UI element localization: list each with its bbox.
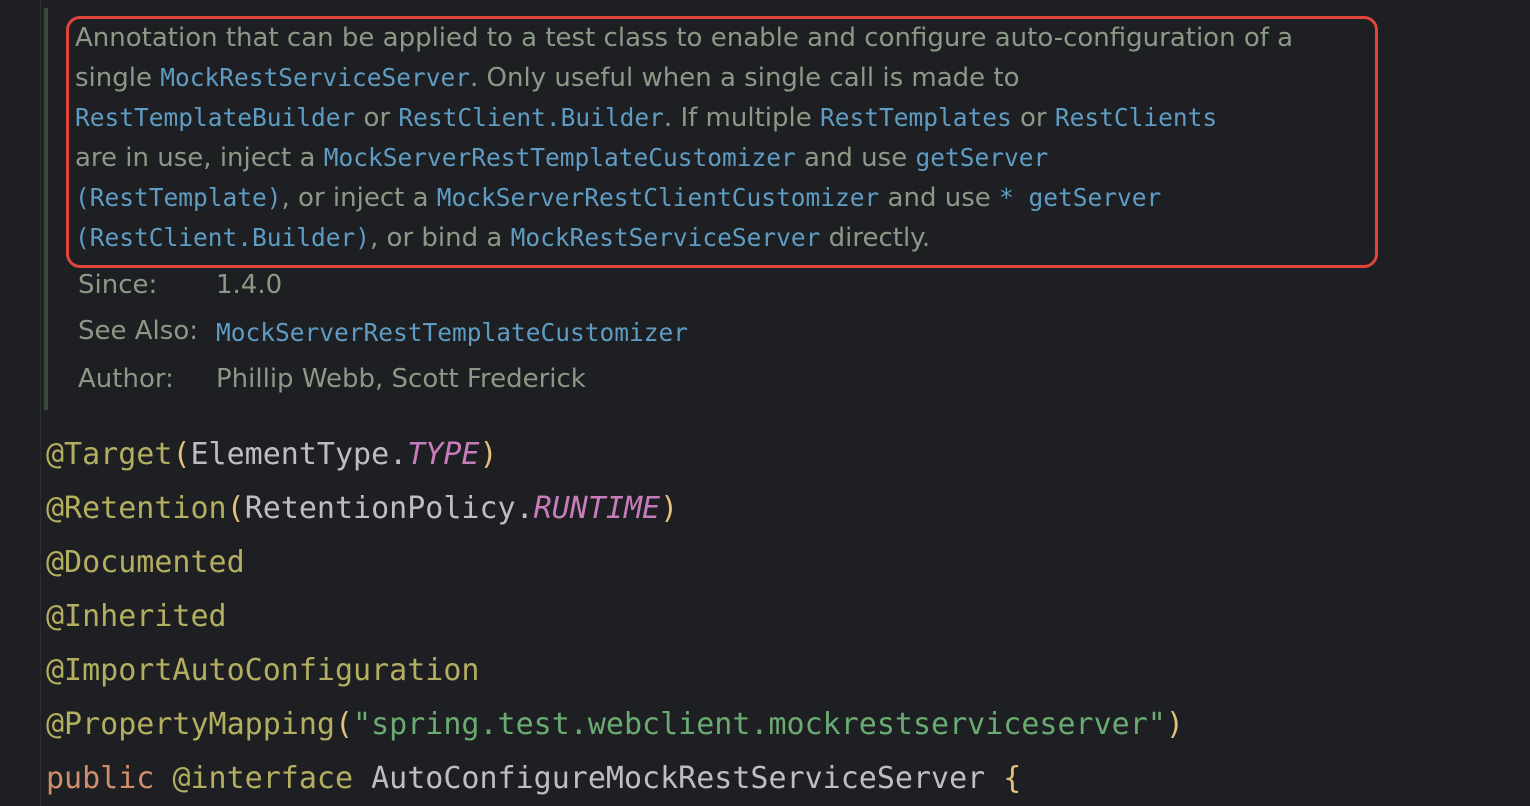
code-block: @Target(ElementType.TYPE) @Retention(Ret… <box>46 428 1184 806</box>
rendered-javadoc-bar <box>44 8 48 410</box>
code-line-inherited[interactable]: @Inherited <box>46 590 1184 644</box>
enum-constant[interactable]: TYPE <box>407 437 479 472</box>
annotation-documented[interactable]: @Documented <box>46 545 245 580</box>
editor-gutter-divider <box>40 0 41 806</box>
annotation-inherited[interactable]: @Inherited <box>46 599 227 634</box>
code-line-property-mapping[interactable]: @PropertyMapping("spring.test.webclient.… <box>46 698 1184 752</box>
code-line-documented[interactable]: @Documented <box>46 536 1184 590</box>
author-label: Author: <box>78 364 174 394</box>
class-ref[interactable]: ElementType. <box>191 437 408 472</box>
paren-close: ) <box>479 437 498 472</box>
paren-open: ( <box>334 707 354 742</box>
keyword-interface[interactable]: @interface <box>172 761 353 796</box>
enum-constant[interactable]: RUNTIME <box>534 491 660 526</box>
paren-close: ) <box>1165 707 1184 742</box>
since-label: Since: <box>78 270 158 300</box>
code-line-import-auto-configuration[interactable]: @ImportAutoConfiguration <box>46 644 1184 698</box>
paren-open: ( <box>172 437 191 472</box>
keyword-public[interactable]: public <box>46 761 154 796</box>
code-line-interface-declaration[interactable]: public @interface AutoConfigureMockRestS… <box>46 752 1184 806</box>
code-line-retention[interactable]: @Retention(RetentionPolicy.RUNTIME) <box>46 482 1184 536</box>
paren-open: ( <box>226 491 245 526</box>
since-value: 1.4.0 <box>216 270 283 300</box>
highlight-annotation-box <box>66 16 1378 268</box>
see-also-link[interactable]: MockServerRestTemplateCustomizer <box>216 318 688 347</box>
interface-name[interactable]: AutoConfigureMockRestServiceServer <box>371 761 985 796</box>
annotation-target[interactable]: @Target <box>46 437 172 472</box>
see-also-label: See Also: <box>78 316 198 346</box>
paren-close: ) <box>660 491 679 526</box>
annotation-import-auto-configuration[interactable]: @ImportAutoConfiguration <box>46 653 479 688</box>
brace-open: { <box>1003 761 1022 796</box>
string-literal[interactable]: "spring.test.webclient.mockrestservicese… <box>353 707 1166 742</box>
annotation-retention[interactable]: @Retention <box>46 491 227 526</box>
code-line-target[interactable]: @Target(ElementType.TYPE) <box>46 428 1184 482</box>
author-value: Phillip Webb, Scott Frederick <box>216 364 586 394</box>
annotation-property-mapping[interactable]: @PropertyMapping <box>46 707 335 742</box>
class-ref[interactable]: RetentionPolicy. <box>245 491 534 526</box>
